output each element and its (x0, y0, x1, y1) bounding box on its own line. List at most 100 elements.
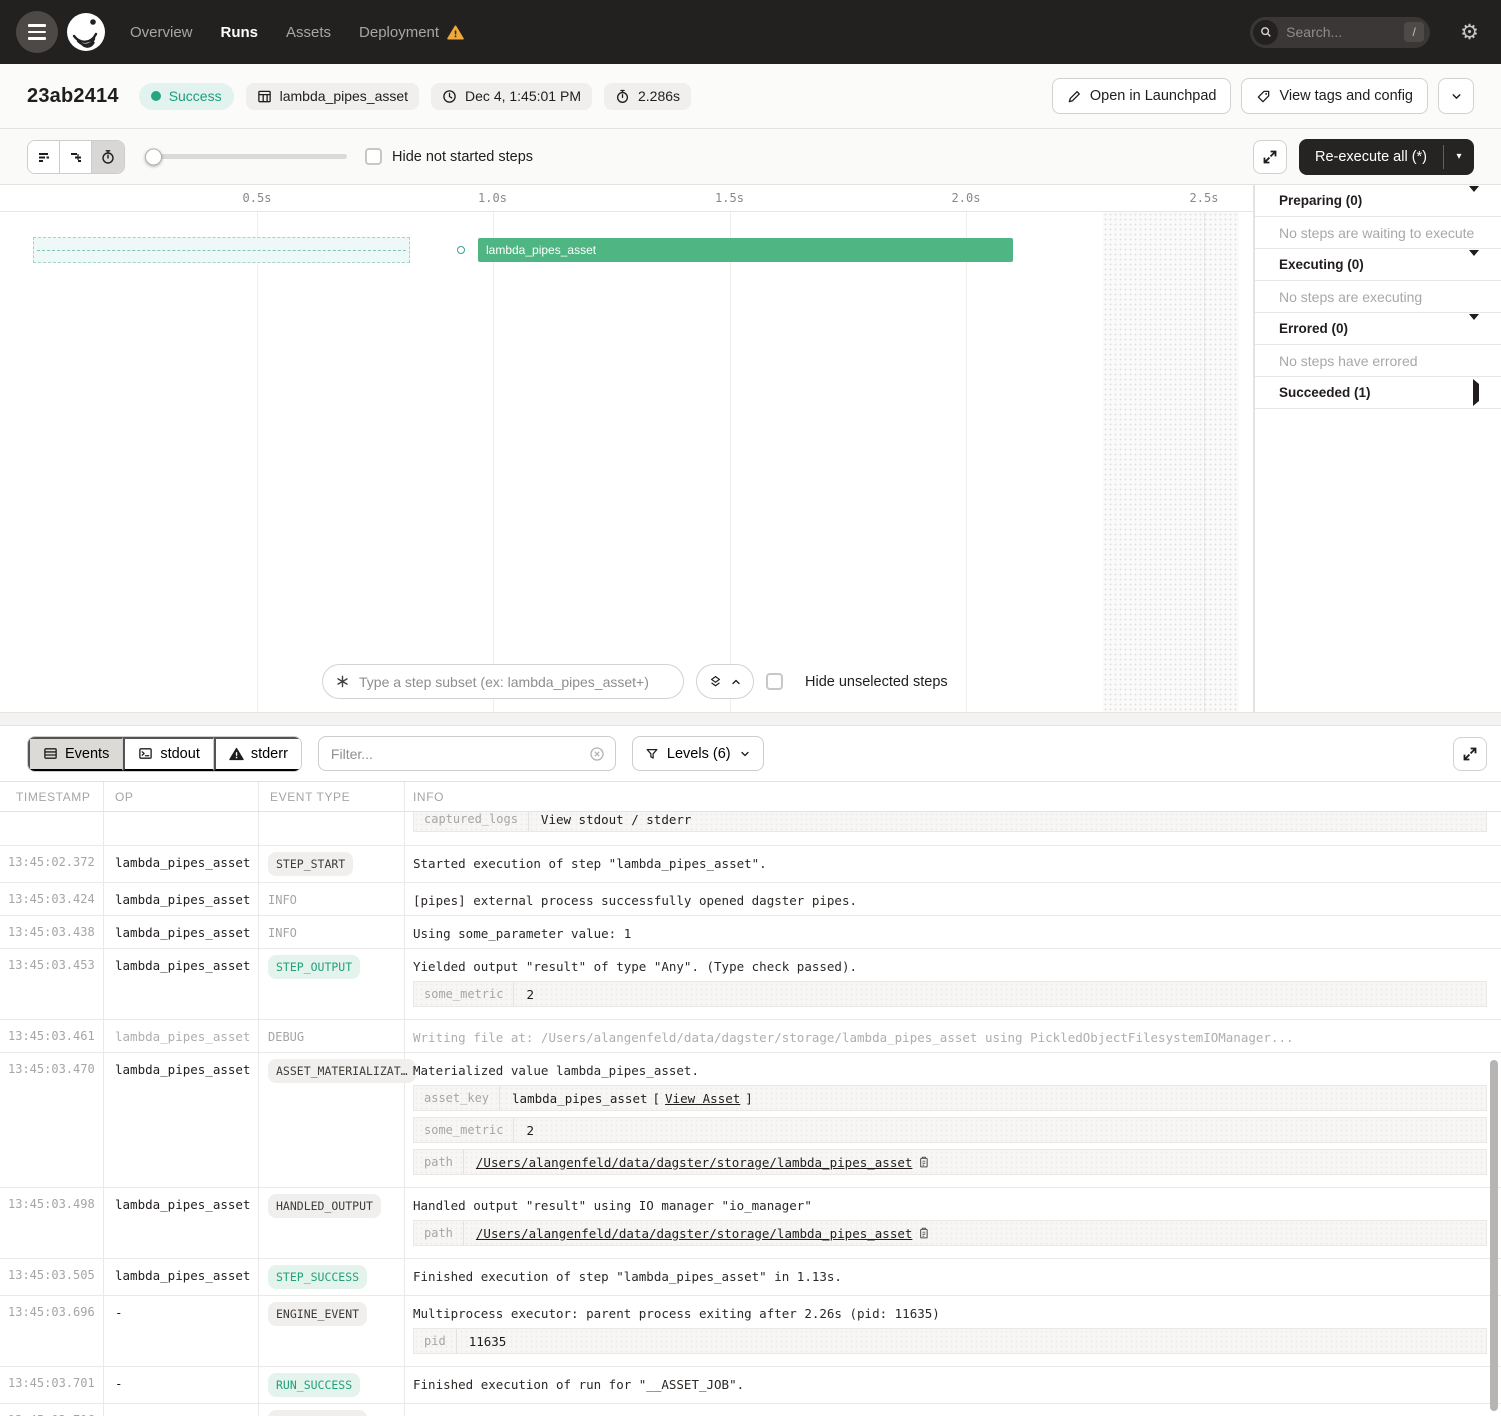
metadata-link[interactable]: /Users/alangenfeld/data/dagster/storage/… (476, 1155, 913, 1170)
re-execute-caret-icon[interactable]: ▾ (1444, 139, 1474, 175)
timed-view-button[interactable] (92, 141, 124, 173)
sidebar-section-header[interactable]: Executing (0) (1255, 249, 1501, 281)
event-timestamp[interactable]: 13:45:03.716 (0, 1404, 103, 1416)
event-row: 13:45:03.701-RUN_SUCCESSFinished executi… (0, 1367, 1501, 1404)
tab-stderr[interactable]: stderr (214, 737, 301, 771)
sidebar-section-header[interactable]: Preparing (0) (1255, 185, 1501, 217)
step-subset-input[interactable] (359, 674, 671, 690)
hide-unselected-checkbox[interactable] (766, 673, 783, 690)
event-timestamp[interactable]: 13:45:03.424 (0, 883, 103, 915)
event-info-text: [pipes] external process successfully op… (413, 893, 1487, 908)
metadata-key: some_metric (414, 1118, 514, 1142)
event-type-badge: HANDLED_OUTPUT (268, 1194, 381, 1218)
pane-resize-handle[interactable] (0, 712, 1501, 726)
log-filter-input[interactable] (331, 746, 589, 762)
event-info-cell: Yielded output "result" of type "Any". (… (404, 949, 1501, 1019)
step-subset-box[interactable] (322, 664, 684, 699)
sidebar-section-header[interactable]: Succeeded (1) (1255, 377, 1501, 409)
clear-filter-icon[interactable] (589, 746, 605, 762)
metadata-row: path/Users/alangenfeld/data/dagster/stor… (413, 1149, 1487, 1175)
metadata-row: pid11635 (413, 1328, 1487, 1354)
event-timestamp[interactable]: 13:45:03.453 (0, 949, 103, 1019)
event-op: - (103, 1296, 258, 1366)
tab-stdout[interactable]: stdout (123, 737, 214, 771)
view-tags-config-button[interactable]: View tags and config (1241, 78, 1428, 114)
event-op: - (103, 1404, 258, 1416)
status-badge: Success (139, 83, 234, 110)
metadata-key: captured_logs (414, 812, 529, 831)
sidebar-section-title: Errored (0) (1279, 321, 1348, 336)
zoom-slider[interactable] (147, 154, 347, 159)
event-timestamp[interactable]: 13:45:03.461 (0, 1020, 103, 1052)
hamburger-menu-button[interactable] (16, 11, 58, 53)
axis-tick-label: 0.5s (243, 191, 272, 205)
event-timestamp[interactable]: 13:45:03.498 (0, 1188, 103, 1258)
event-row: 13:45:03.453lambda_pipes_assetSTEP_OUTPU… (0, 949, 1501, 1020)
global-search[interactable]: / (1250, 17, 1430, 48)
metadata-key: some_metric (414, 982, 514, 1006)
event-timestamp[interactable]: 13:45:03.701 (0, 1367, 103, 1403)
hide-not-started-checkbox[interactable] (365, 148, 382, 165)
levels-filter-button[interactable]: Levels (6) (632, 736, 764, 771)
nav-right: / ⚙ (1250, 17, 1485, 48)
log-fullscreen-button[interactable] (1453, 737, 1487, 771)
metadata-link[interactable]: /Users/alangenfeld/data/dagster/storage/… (476, 1226, 913, 1241)
gantt-toolbar: Hide not started steps Re-execute all (*… (0, 129, 1501, 185)
job-name-tag[interactable]: lambda_pipes_asset (246, 83, 419, 110)
nav-item-runs[interactable]: Runs (221, 24, 259, 41)
event-info-text: Yielded output "result" of type "Any". (… (413, 959, 1487, 974)
metadata-row: some_metric2 (413, 1117, 1487, 1143)
log-toolbar: Eventsstdoutstderr Levels (6) (0, 726, 1501, 782)
event-type-badge: RUN_SUCCESS (268, 1373, 360, 1397)
metadata-row: some_metric2 (413, 981, 1487, 1007)
waterfall-view-button[interactable] (60, 141, 92, 173)
metadata-row: asset_keylambda_pipes_asset[View Asset] (413, 1085, 1487, 1111)
more-actions-button[interactable] (1438, 78, 1474, 114)
layers-toggle-button[interactable] (696, 664, 754, 699)
settings-gear-icon[interactable]: ⚙ (1460, 22, 1479, 43)
re-execute-all-button[interactable]: Re-execute all (*) ▾ (1299, 139, 1474, 175)
hide-not-started-label: Hide not started steps (392, 149, 533, 165)
log-filter-box[interactable] (318, 736, 616, 771)
copy-icon[interactable] (917, 1226, 930, 1240)
chevron-down-icon (1450, 90, 1463, 103)
search-shortcut-key: / (1404, 22, 1424, 42)
gantt-fullscreen-button[interactable] (1253, 140, 1287, 174)
terminal-icon (138, 746, 153, 761)
tab-events[interactable]: Events (28, 737, 123, 771)
gantt-step-bar[interactable]: lambda_pipes_asset (478, 238, 1013, 262)
event-type-cell: INFO (258, 883, 404, 915)
event-info-cell: captured_logsView stdout / stderr (404, 812, 1501, 845)
sidebar-section-header[interactable]: Errored (0) (1255, 313, 1501, 345)
search-input[interactable] (1286, 24, 1404, 40)
event-info-text: Multiprocess executor: parent process ex… (413, 1306, 1487, 1321)
nav-item-overview[interactable]: Overview (130, 24, 193, 41)
event-timestamp[interactable]: 13:45:03.505 (0, 1259, 103, 1295)
run-detail-page: OverviewRunsAssetsDeployment / ⚙ 23ab241… (0, 0, 1501, 1416)
event-timestamp[interactable]: 13:45:02.372 (0, 846, 103, 882)
gantt-step-marker-icon (457, 246, 465, 254)
metadata-key: asset_key (414, 1086, 500, 1110)
event-info-cell: Finished execution of step "lambda_pipes… (404, 1259, 1501, 1295)
event-type-badge: ASSET_MATERIALIZAT… (268, 1059, 416, 1083)
nav-item-assets[interactable]: Assets (286, 24, 331, 41)
metadata-value: View stdout / stderr (529, 812, 704, 831)
open-in-launchpad-button[interactable]: Open in Launchpad (1052, 78, 1232, 114)
event-timestamp[interactable]: 13:45:03.470 (0, 1053, 103, 1187)
event-type-cell: ENGINE_EVENT (258, 1404, 404, 1416)
zoom-slider-handle[interactable] (145, 148, 162, 165)
event-type-cell: ENGINE_EVENT (258, 1296, 404, 1366)
nav-item-deployment[interactable]: Deployment (359, 24, 464, 41)
metadata-link[interactable]: View Asset (665, 1091, 740, 1106)
event-timestamp[interactable]: 13:45:03.438 (0, 916, 103, 948)
log-scrollbar-thumb[interactable] (1490, 1060, 1498, 1411)
gantt-toolbar-right: Re-execute all (*) ▾ (1253, 139, 1474, 175)
event-type-cell: ASSET_MATERIALIZAT… (258, 1053, 404, 1187)
header-actions: Open in Launchpad View tags and config (1052, 78, 1474, 114)
event-timestamp[interactable] (0, 812, 103, 845)
copy-icon[interactable] (917, 1155, 930, 1169)
flat-view-button[interactable] (28, 141, 60, 173)
event-timestamp[interactable]: 13:45:03.696 (0, 1296, 103, 1366)
metadata-table: captured_logsView stdout / stderr (413, 812, 1487, 832)
event-type-cell: STEP_OUTPUT (258, 949, 404, 1019)
